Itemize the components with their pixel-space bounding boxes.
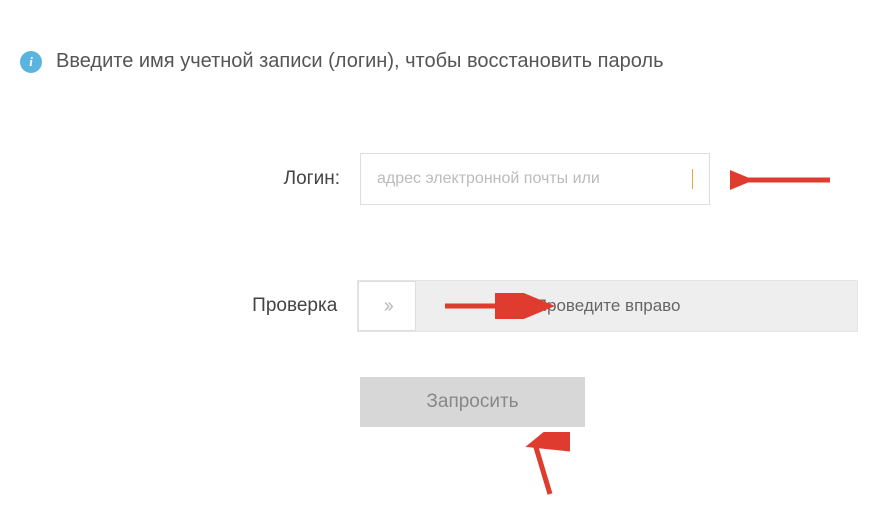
annotation-arrow-submit <box>510 432 570 502</box>
info-icon: i <box>20 51 42 73</box>
slide-verify-handle[interactable]: ›› <box>358 281 416 331</box>
submit-button[interactable]: Запросить <box>360 377 585 427</box>
submit-row: Запросить <box>20 377 858 427</box>
instruction-text: Введите имя учетной записи (логин), чтоб… <box>56 50 664 73</box>
annotation-arrow-login <box>730 167 840 193</box>
instruction-row: i Введите имя учетной записи (логин), чт… <box>20 50 858 73</box>
login-label: Логин: <box>20 168 360 190</box>
text-cursor <box>692 169 693 189</box>
verify-row: Проверка ›› Проведите вправо <box>20 280 858 332</box>
login-input[interactable] <box>377 170 688 188</box>
slide-verify-text: Проведите вправо <box>358 296 857 316</box>
login-input-wrapper[interactable] <box>360 153 710 205</box>
slide-verify-track[interactable]: ›› Проведите вправо <box>357 280 858 332</box>
verify-label: Проверка <box>20 295 357 317</box>
chevron-right-icon: ›› <box>384 295 391 318</box>
login-row: Логин: <box>20 153 858 205</box>
